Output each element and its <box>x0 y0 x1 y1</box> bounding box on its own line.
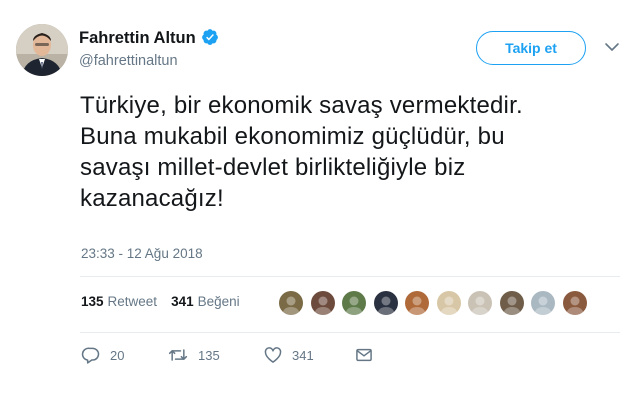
liker-avatar[interactable] <box>499 291 524 315</box>
chevron-down-icon[interactable] <box>604 41 620 53</box>
tweet-timestamp[interactable]: 23:33 - 12 Ağu 2018 <box>81 246 203 261</box>
liker-avatar[interactable] <box>405 291 429 315</box>
liker-avatar[interactable] <box>468 291 492 315</box>
tweet-card: Fahrettin Altun @fahrettinaltun Takip et… <box>0 0 640 408</box>
retweet-count: 135 <box>198 347 220 363</box>
user-avatar-icon <box>279 291 303 315</box>
direct-message-button[interactable] <box>354 345 374 365</box>
like-stat-label: Beğeni <box>197 294 240 309</box>
liker-avatar[interactable] <box>531 291 555 315</box>
reply-button[interactable]: 20 <box>81 345 167 365</box>
user-avatar-icon <box>562 291 587 315</box>
retweet-icon <box>168 349 188 361</box>
likers-avatars <box>279 291 594 315</box>
like-count: 341 <box>292 347 314 363</box>
retweet-stat[interactable]: 135 Retweet <box>81 294 157 309</box>
user-avatar-icon <box>468 291 492 315</box>
liker-avatar[interactable] <box>279 291 303 315</box>
retweet-stat-count: 135 <box>81 294 104 309</box>
author-avatar[interactable] <box>16 24 68 76</box>
like-button[interactable]: 341 <box>263 345 354 365</box>
tweet-text-line: Türkiye, bir ekonomik savaş vermektedir. <box>80 92 523 119</box>
envelope-icon <box>356 348 372 362</box>
user-avatar-icon <box>499 291 524 315</box>
user-avatar-icon <box>405 291 429 315</box>
divider <box>80 332 620 333</box>
user-avatar-icon <box>310 291 335 315</box>
liker-avatar[interactable] <box>562 291 587 315</box>
tweet-text-line: savaşı millet-devlet birlikteliğiyle biz <box>80 154 466 181</box>
follow-button[interactable]: Takip et <box>476 31 586 65</box>
liker-avatar[interactable] <box>342 291 366 315</box>
tweet-stats: 135 Retweet 341 Beğeni <box>81 294 254 309</box>
retweet-stat-label: Retweet <box>107 294 158 309</box>
liker-avatar[interactable] <box>373 291 398 315</box>
tweet-text-line: kazanacağız! <box>80 185 224 212</box>
author-handle[interactable]: @fahrettinaltun <box>79 53 178 69</box>
like-stat-count: 341 <box>171 294 194 309</box>
reply-icon <box>81 347 100 364</box>
user-avatar-icon <box>531 291 555 315</box>
retweet-button[interactable]: 135 <box>167 345 263 365</box>
user-avatar-icon <box>373 291 398 315</box>
author-name-text[interactable]: Fahrettin Altun <box>79 29 196 47</box>
reply-count: 20 <box>110 347 125 363</box>
tweet-text: Türkiye, bir ekonomik savaş vermektedir.… <box>80 90 625 214</box>
liker-avatar[interactable] <box>310 291 335 315</box>
tweet-actions: 20 135 341 <box>81 345 374 365</box>
liker-avatar[interactable] <box>436 291 461 315</box>
divider <box>80 276 620 277</box>
author-name[interactable]: Fahrettin Altun <box>79 28 219 48</box>
like-stat[interactable]: 341 Beğeni <box>171 294 240 309</box>
user-avatar-icon <box>436 291 461 315</box>
user-avatar-icon <box>342 291 366 315</box>
verified-badge-icon <box>201 29 218 45</box>
tweet-text-line: Buna mukabil ekonomimiz güçlüdür, bu <box>80 123 505 150</box>
heart-icon <box>264 347 282 363</box>
